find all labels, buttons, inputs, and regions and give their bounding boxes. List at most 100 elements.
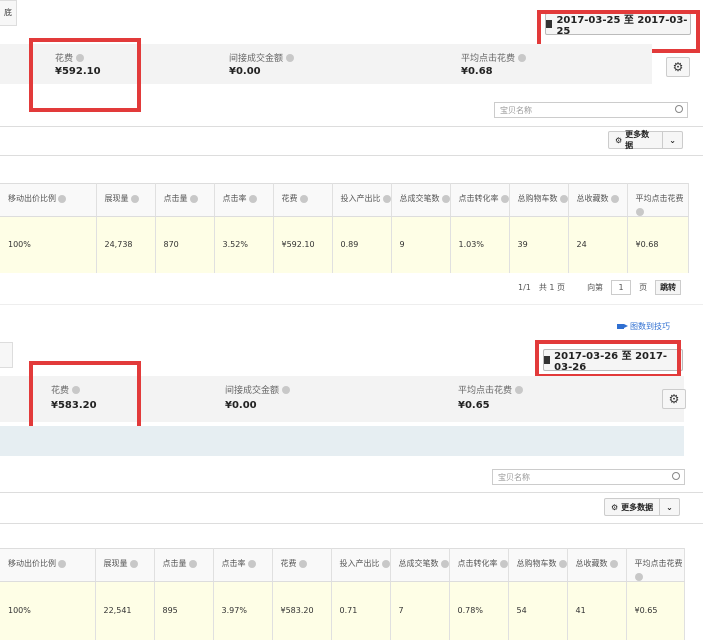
table-cell: 24,738 [96, 216, 156, 273]
top-search-input[interactable]: 宝贝名称 [494, 102, 688, 118]
top-more-data-button[interactable]: ⚙ 更多数据 ⌄ [608, 130, 683, 150]
bottom-metric-cpc-value: ¥0.65 [458, 400, 490, 411]
page-number-input[interactable]: 1 [611, 280, 632, 295]
bottom-search-input[interactable]: 宝贝名称 [492, 469, 685, 485]
page-status: 1/1 [518, 283, 531, 292]
bottom-tab-stub[interactable] [0, 342, 13, 368]
top-data-table: 移动出价比例 展现量 点击量 点击率 花费 投入产出比 总成交笔数 点击转化率 … [0, 183, 689, 273]
table-header-cell[interactable]: 展现量 [96, 183, 156, 217]
help-icon[interactable] [609, 560, 618, 568]
table-row: 100% 22,541 895 3.97% ¥583.20 0.71 7 0.7… [0, 581, 685, 640]
top-metric-indirect-label: 间接成交金额 [229, 51, 295, 64]
help-icon[interactable] [440, 560, 448, 568]
help-icon[interactable] [635, 208, 644, 216]
table-header-cell[interactable]: 花费 [272, 548, 332, 582]
help-icon[interactable] [381, 560, 389, 568]
table-cell: 0.89 [332, 216, 392, 273]
goto-suffix: 页 [639, 283, 648, 292]
help-icon[interactable] [58, 560, 66, 568]
help-icon[interactable] [500, 195, 508, 203]
top-metric-cpc-label: 平均点击花费 [461, 51, 527, 64]
chevron-down-icon[interactable]: ⌄ [659, 499, 679, 515]
table-header-cell[interactable]: 点击量 [155, 183, 215, 217]
goto-prefix: 向第 [587, 283, 604, 292]
table-header-cell[interactable]: 移动出价比例 [0, 183, 97, 217]
table-header-cell[interactable]: 投入产出比 [332, 183, 392, 217]
top-tab-stub-label: 底 [4, 8, 12, 17]
table-header-cell[interactable]: 平均点击花费 [626, 548, 685, 582]
table-header-cell[interactable]: 展现量 [95, 548, 155, 582]
help-icon[interactable] [515, 385, 524, 394]
tip-video-link[interactable]: 图数到技巧 [617, 321, 670, 332]
table-cell: ¥0.68 [627, 216, 689, 273]
table-cell: 100% [0, 581, 96, 640]
table-cell: 0.78% [449, 581, 509, 640]
table-header-cell[interactable]: 点击量 [154, 548, 214, 582]
top-metric-indirect-value: ¥0.00 [229, 66, 261, 77]
top-pagination: 1/1 共 1 页 向第 1 页 跳转 [518, 280, 682, 295]
top-spend-highlight [29, 38, 141, 112]
top-tab-stub[interactable]: 底 [0, 0, 17, 26]
table-cell: 54 [508, 581, 568, 640]
table-header-cell[interactable]: 花费 [273, 183, 333, 217]
gear-icon: ⚙ [615, 135, 623, 145]
help-icon[interactable] [286, 53, 295, 62]
total-pages: 共 1 页 [538, 283, 566, 292]
table-cell: 22,541 [95, 581, 155, 640]
table-cell: 9 [391, 216, 451, 273]
table-header-cell[interactable]: 总成交笔数 [391, 183, 451, 217]
bottom-table-toolbar [0, 492, 703, 524]
top-table-toolbar [0, 126, 703, 156]
table-cell: 39 [509, 216, 569, 273]
table-header-cell[interactable]: 总成交笔数 [390, 548, 450, 582]
bottom-date-highlight [535, 340, 681, 378]
table-header-cell[interactable]: 点击率 [214, 183, 274, 217]
table-header-cell[interactable]: 总购物车数 [509, 183, 569, 217]
top-table-header-row: 移动出价比例 展现量 点击量 点击率 花费 投入产出比 总成交笔数 点击转化率 … [0, 183, 689, 217]
table-cell: ¥0.65 [626, 581, 685, 640]
table-header-cell[interactable]: 总收藏数 [567, 548, 627, 582]
help-icon[interactable] [299, 195, 308, 203]
help-icon[interactable] [441, 195, 449, 203]
search-icon [672, 472, 680, 480]
jump-button[interactable]: 跳转 [655, 280, 682, 295]
table-header-cell[interactable]: 点击转化率 [449, 548, 509, 582]
help-icon[interactable] [559, 195, 567, 203]
top-settings-button[interactable]: ⚙ [666, 57, 690, 77]
gear-icon: ⚙ [672, 60, 684, 74]
table-header-cell[interactable]: 总购物车数 [508, 548, 568, 582]
help-icon[interactable] [248, 195, 257, 203]
table-cell: 895 [154, 581, 214, 640]
chevron-down-icon[interactable]: ⌄ [662, 132, 682, 148]
table-cell: 24 [568, 216, 628, 273]
top-metric-cpc-value: ¥0.68 [461, 66, 493, 77]
table-cell: 870 [155, 216, 215, 273]
table-cell: 0.71 [331, 581, 391, 640]
help-icon[interactable] [610, 195, 619, 203]
gear-icon: ⚙ [611, 502, 619, 512]
table-header-cell[interactable]: 总收藏数 [568, 183, 628, 217]
help-icon[interactable] [247, 560, 256, 568]
help-icon[interactable] [129, 560, 138, 568]
table-header-cell[interactable]: 点击转化率 [450, 183, 510, 217]
help-icon[interactable] [499, 560, 507, 568]
help-icon[interactable] [298, 560, 307, 568]
bottom-more-data-button[interactable]: ⚙ 更多数据 ⌄ [604, 498, 680, 516]
help-icon[interactable] [558, 560, 566, 568]
table-header-cell[interactable]: 点击率 [213, 548, 273, 582]
table-header-cell[interactable]: 平均点击花费 [627, 183, 689, 217]
help-icon[interactable] [189, 195, 198, 203]
help-icon[interactable] [382, 195, 390, 203]
help-icon[interactable] [518, 53, 527, 62]
table-header-cell[interactable]: 投入产出比 [331, 548, 391, 582]
table-header-cell[interactable]: 移动出价比例 [0, 548, 96, 582]
help-icon[interactable] [130, 195, 139, 203]
help-icon[interactable] [58, 195, 66, 203]
video-icon [617, 324, 628, 329]
help-icon[interactable] [282, 385, 291, 394]
table-row: 100% 24,738 870 3.52% ¥592.10 0.89 9 1.0… [0, 216, 689, 273]
bottom-settings-button[interactable]: ⚙ [662, 389, 686, 409]
help-icon[interactable] [634, 573, 643, 581]
bottom-metric-indirect-value: ¥0.00 [225, 400, 257, 411]
help-icon[interactable] [188, 560, 197, 568]
